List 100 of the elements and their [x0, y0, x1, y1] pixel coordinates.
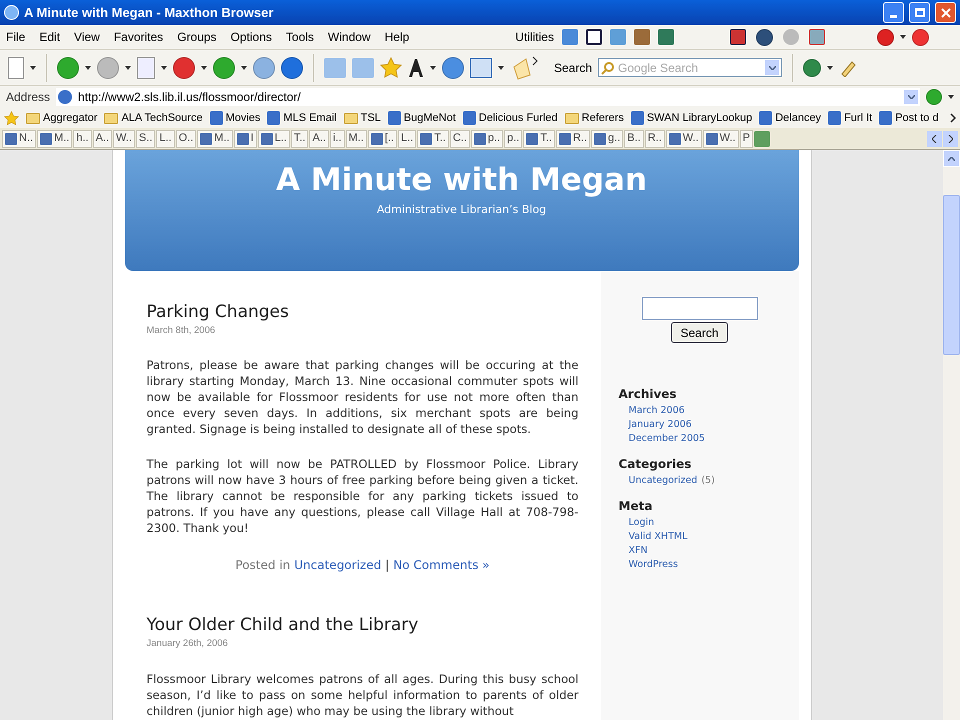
address-field[interactable]: http://www2.sls.lib.il.us/flossmoor/director/: [56, 88, 920, 106]
stop-button[interactable]: [173, 56, 195, 78]
menu-item[interactable]: Edit: [39, 28, 60, 46]
search-button[interactable]: Search: [671, 322, 728, 343]
post-title[interactable]: Your Older Child and the Library: [146, 614, 578, 636]
menu-item[interactable]: Options: [230, 28, 272, 46]
star-icon[interactable]: [4, 110, 19, 126]
scrollbar[interactable]: [943, 150, 960, 720]
tab[interactable]: W..: [113, 130, 135, 148]
menu-item[interactable]: Tools: [286, 28, 314, 46]
search-input[interactable]: Google Search: [618, 58, 762, 76]
star-icon[interactable]: [380, 56, 402, 78]
caret-icon[interactable]: [948, 95, 954, 99]
tab[interactable]: T..: [523, 130, 555, 148]
tab[interactable]: R..: [556, 130, 590, 148]
comments-link[interactable]: No Comments »: [393, 556, 490, 574]
new-page-icon[interactable]: [8, 56, 24, 78]
scroll-up-button[interactable]: [943, 150, 960, 167]
caret-icon[interactable]: [827, 66, 834, 70]
caret-icon[interactable]: [498, 66, 504, 70]
favicon-icon[interactable]: [754, 130, 770, 146]
menu-item[interactable]: View: [74, 28, 100, 46]
minimize-button[interactable]: [883, 2, 904, 23]
bookmark-item[interactable]: Aggregator: [26, 110, 98, 126]
tab[interactable]: T..: [417, 130, 449, 148]
tab[interactable]: g..: [591, 130, 624, 148]
font-size-icon[interactable]: [408, 58, 424, 76]
menu-item[interactable]: Favorites: [114, 28, 164, 46]
close-button[interactable]: [935, 2, 956, 23]
caret-icon[interactable]: [201, 66, 207, 70]
search-input[interactable]: [642, 297, 758, 320]
tab-scroll-right-button[interactable]: [943, 130, 958, 146]
tab[interactable]: C..: [450, 130, 470, 148]
scroll-thumb[interactable]: [943, 195, 960, 355]
tab[interactable]: O..: [176, 130, 196, 148]
go-button[interactable]: [926, 89, 942, 105]
tab[interactable]: M..: [197, 130, 233, 148]
tab[interactable]: W..: [666, 130, 702, 148]
caret-icon[interactable]: [125, 66, 131, 70]
dropdown-button[interactable]: [904, 90, 918, 104]
category-link[interactable]: Uncategorized: [294, 556, 382, 574]
maximize-button[interactable]: [909, 2, 930, 23]
sidebar-link[interactable]: WordPress: [628, 558, 678, 572]
caret-icon[interactable]: [430, 66, 436, 70]
sidebar-link[interactable]: March 2006: [628, 404, 685, 418]
back-button[interactable]: [57, 56, 79, 78]
highlighter-icon[interactable]: [839, 58, 858, 76]
tab[interactable]: p..: [470, 130, 504, 148]
bookmark-item[interactable]: TSL: [344, 110, 381, 126]
tab[interactable]: R..: [644, 130, 665, 148]
menu-item[interactable]: Window: [328, 28, 371, 46]
refresh-button[interactable]: [213, 56, 235, 78]
bookmark-item[interactable]: Post to d: [879, 110, 939, 126]
bookmark-item[interactable]: Delancey: [759, 110, 822, 126]
tab[interactable]: W..: [702, 130, 739, 148]
dropdown-button[interactable]: [765, 60, 780, 75]
tab[interactable]: A..: [92, 130, 112, 148]
tab[interactable]: L..: [258, 130, 290, 148]
tab[interactable]: T..: [290, 130, 308, 148]
tab[interactable]: M..: [346, 130, 367, 148]
sidebar-link[interactable]: Valid XHTML: [628, 530, 688, 544]
forward-button[interactable]: [97, 56, 119, 78]
caret-icon[interactable]: [30, 66, 36, 70]
tab[interactable]: A..: [309, 130, 329, 148]
menu-item[interactable]: Groups: [177, 28, 217, 46]
bookmark-item[interactable]: Furl It: [828, 110, 872, 126]
tab[interactable]: L..: [156, 130, 175, 148]
caret-icon[interactable]: [241, 66, 247, 70]
caret-icon[interactable]: [85, 66, 91, 70]
tab[interactable]: I: [234, 130, 257, 148]
window-icon[interactable]: [586, 29, 602, 45]
bookmark-item[interactable]: ALA TechSource: [104, 110, 203, 126]
post-title[interactable]: Parking Changes: [146, 301, 578, 323]
tab[interactable]: p..: [504, 130, 522, 148]
bookmark-item[interactable]: Referers: [564, 110, 624, 126]
sidebar-link[interactable]: XFN: [628, 544, 648, 558]
home-button[interactable]: [281, 56, 303, 78]
tab[interactable]: P: [740, 130, 753, 148]
caret-icon[interactable]: [161, 66, 167, 70]
menu-item[interactable]: Help: [384, 28, 410, 46]
search-field[interactable]: Google Search: [598, 58, 782, 77]
sidebar-link[interactable]: Login: [628, 516, 654, 530]
chevron-icon[interactable]: [950, 113, 956, 123]
tab[interactable]: B..: [624, 130, 644, 148]
tab[interactable]: M..: [37, 130, 72, 148]
sidebar-link[interactable]: January 2006: [628, 418, 692, 432]
tab[interactable]: L..: [398, 130, 416, 148]
tab[interactable]: N..: [2, 130, 36, 148]
tab[interactable]: i..: [330, 130, 344, 148]
tab[interactable]: S..: [136, 130, 156, 148]
tab[interactable]: [..: [368, 130, 397, 148]
tab[interactable]: h..: [73, 130, 92, 148]
bookmark-item[interactable]: Delicious Furled: [462, 110, 558, 126]
bookmark-item[interactable]: SWAN LibraryLookup: [630, 110, 752, 126]
sidebar-link[interactable]: Uncategorized: [628, 474, 698, 488]
tab-scroll-left-button[interactable]: [927, 130, 942, 146]
bookmark-item[interactable]: Movies: [210, 110, 260, 126]
bookmark-item[interactable]: MLS Email: [267, 110, 337, 126]
menu-item[interactable]: File: [6, 28, 26, 46]
bookmark-item[interactable]: BugMeNot: [388, 110, 456, 126]
